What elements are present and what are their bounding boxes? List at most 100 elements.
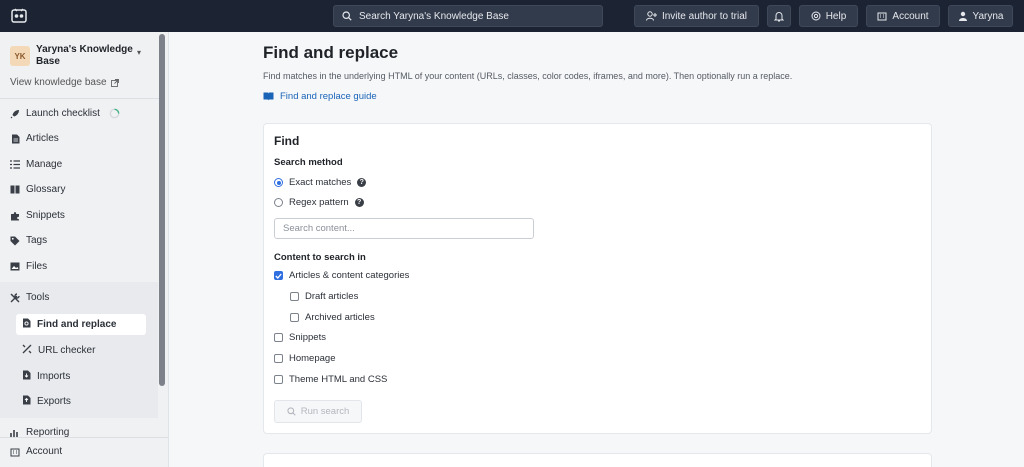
building-icon [10, 447, 20, 457]
sidebar-item-articles[interactable]: Articles [10, 133, 59, 144]
user-icon [958, 11, 967, 21]
user-label: Yaryna [972, 10, 1004, 22]
articles-checkbox[interactable] [274, 271, 283, 280]
progress-ring-icon [109, 108, 120, 119]
archived-articles-option[interactable]: Archived articles [290, 312, 375, 323]
articles-label: Articles & content categories [289, 270, 410, 281]
sidebar-item-label: URL checker [38, 345, 96, 356]
find-replace-guide-link[interactable]: Find and replace guide [263, 91, 377, 102]
sidebar-item-tags[interactable]: Tags [10, 235, 47, 246]
regex-pattern-label: Regex pattern [289, 197, 349, 208]
app-logo-icon[interactable] [10, 7, 28, 25]
find-replace-icon [22, 318, 31, 331]
external-link-icon [110, 78, 119, 87]
sidebar-item-glossary[interactable]: Glossary [10, 184, 65, 195]
account-label: Account [892, 10, 929, 22]
help-icon[interactable]: ? [357, 178, 367, 187]
sidebar-item-label: Tags [26, 235, 48, 246]
sidebar-item-exports[interactable]: Exports [16, 391, 146, 412]
link-icon [22, 344, 32, 357]
help-icon[interactable]: ? [354, 198, 364, 207]
kb-name: Yaryna's Knowledge Base [36, 44, 133, 67]
sidebar-divider [0, 98, 160, 99]
lifebuoy-icon [811, 11, 821, 21]
search-method-label: Search method [274, 157, 343, 168]
sidebar-item-url-checker[interactable]: URL checker [16, 340, 146, 361]
page-description: Find matches in the underlying HTML of y… [263, 71, 793, 81]
guide-label: Find and replace guide [280, 91, 377, 102]
search-content-input[interactable] [274, 218, 534, 239]
puzzle-icon [10, 211, 20, 221]
user-menu-button[interactable]: Yaryna [948, 5, 1013, 27]
avatar: YK [10, 46, 30, 66]
run-search-label: Run search [300, 406, 350, 417]
content-to-search-label: Content to search in [274, 252, 366, 263]
search-placeholder: Search Yaryna's Knowledge Base [359, 10, 509, 22]
building-icon [877, 12, 887, 21]
sidebar-item-label: Snippets [26, 210, 65, 221]
sidebar-item-label: Tools [26, 292, 50, 303]
theme-checkbox[interactable] [274, 375, 283, 384]
sidebar-item-account[interactable]: Account [10, 446, 62, 457]
sidebar-item-label: Account [26, 446, 63, 457]
tag-icon [10, 236, 20, 246]
sidebar-item-files[interactable]: Files [10, 261, 47, 272]
tools-icon [10, 292, 20, 303]
sidebar-item-label: Exports [37, 396, 71, 407]
sidebar-item-label: Manage [26, 159, 63, 170]
document-icon [10, 134, 20, 144]
invite-author-label: Invite author to trial [661, 10, 748, 22]
snippets-checkbox[interactable] [274, 333, 283, 342]
theme-label: Theme HTML and CSS [289, 374, 388, 385]
homepage-option[interactable]: Homepage [274, 353, 335, 364]
exact-matches-option[interactable]: Exact matches ? [274, 177, 367, 188]
search-icon [342, 11, 352, 21]
exact-matches-radio[interactable] [274, 178, 283, 187]
sidebar-item-label: Files [26, 261, 48, 272]
help-label: Help [825, 10, 847, 22]
snippets-option[interactable]: Snippets [274, 332, 326, 343]
regex-pattern-option[interactable]: Regex pattern ? [274, 197, 364, 208]
sidebar: YK Yaryna's Knowledge Base ▾ View knowle… [0, 32, 169, 467]
replace-card [263, 453, 932, 467]
find-heading: Find [274, 134, 300, 148]
sidebar-item-imports[interactable]: Imports [16, 366, 146, 387]
bell-icon [774, 11, 784, 21]
chevron-down-icon: ▾ [137, 48, 142, 57]
sidebar-item-tools[interactable]: Tools [10, 292, 49, 303]
sidebar-item-find-and-replace[interactable]: Find and replace [16, 314, 146, 335]
articles-option[interactable]: Articles & content categories [274, 270, 409, 281]
invite-author-button[interactable]: Invite author to trial [634, 5, 759, 27]
homepage-checkbox[interactable] [274, 354, 283, 363]
draft-articles-option[interactable]: Draft articles [290, 291, 358, 302]
search-icon [287, 407, 296, 416]
draft-articles-checkbox[interactable] [290, 292, 299, 301]
chart-icon [10, 428, 20, 438]
archived-articles-checkbox[interactable] [290, 313, 299, 322]
draft-articles-label: Draft articles [305, 291, 359, 302]
view-kb-label: View knowledge base [10, 77, 107, 88]
rocket-icon [10, 109, 20, 119]
import-icon [22, 370, 31, 383]
sidebar-item-snippets[interactable]: Snippets [10, 210, 65, 221]
view-kb-link[interactable]: View knowledge base [10, 77, 119, 88]
theme-option[interactable]: Theme HTML and CSS [274, 374, 387, 385]
homepage-label: Homepage [289, 353, 336, 364]
export-icon [22, 395, 31, 408]
help-button[interactable]: Help [799, 5, 858, 27]
sidebar-scrollbar[interactable] [159, 34, 165, 386]
find-card: Find Search method Exact matches ? Regex… [263, 123, 932, 434]
archived-articles-label: Archived articles [305, 312, 375, 323]
sidebar-item-label: Glossary [26, 184, 66, 195]
account-button[interactable]: Account [866, 5, 940, 27]
regex-pattern-radio[interactable] [274, 198, 283, 207]
page-title: Find and replace [263, 43, 399, 62]
sidebar-item-label: Imports [37, 371, 71, 382]
sidebar-item-launch-checklist[interactable]: Launch checklist [10, 108, 120, 119]
run-search-button[interactable]: Run search [274, 400, 362, 423]
global-search-input[interactable]: Search Yaryna's Knowledge Base [333, 5, 603, 27]
sidebar-item-manage[interactable]: Manage [10, 159, 62, 170]
list-icon [10, 160, 20, 170]
add-user-icon [645, 11, 657, 21]
notifications-button[interactable] [767, 5, 791, 27]
